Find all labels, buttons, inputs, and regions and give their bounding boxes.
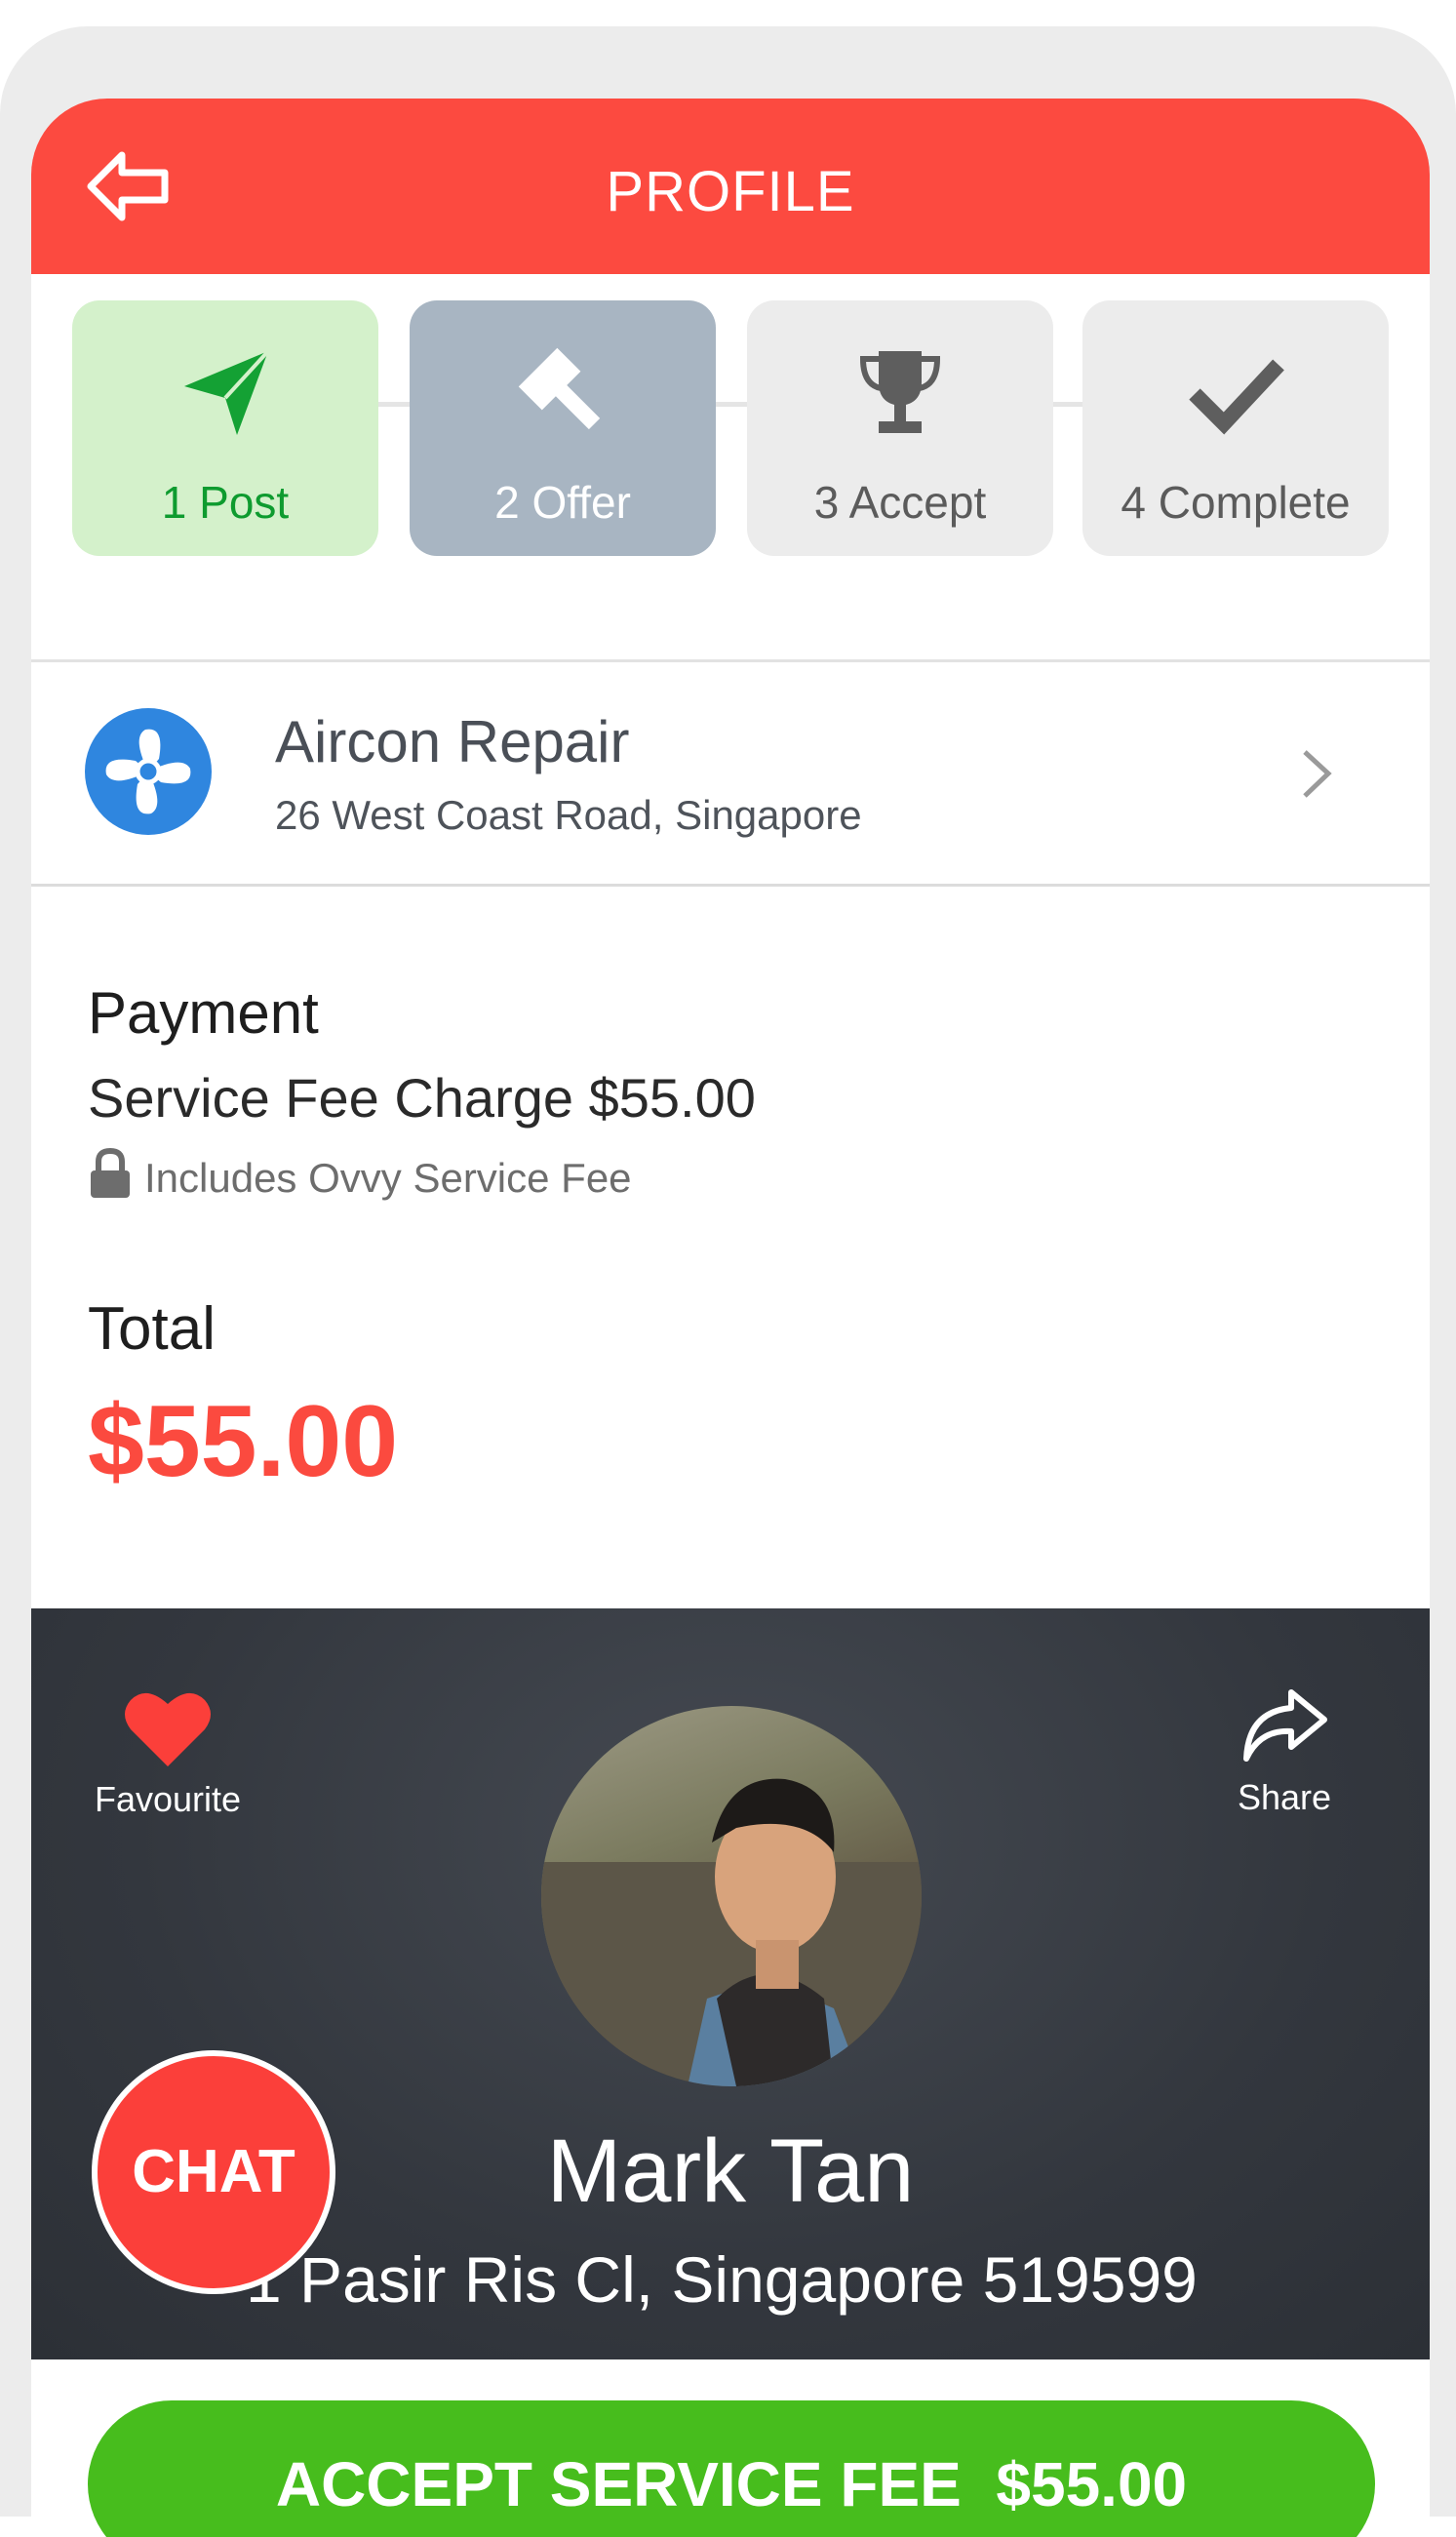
bottom-bar: ACCEPT SERVICE FEE $55.00 bbox=[31, 2359, 1430, 2537]
favourite-button[interactable]: Favourite bbox=[85, 1686, 251, 1820]
step-label: 1 Post bbox=[161, 477, 290, 528]
trophy-icon bbox=[859, 351, 941, 433]
chat-button[interactable]: CHAT bbox=[92, 2050, 335, 2294]
lock-icon bbox=[91, 1147, 130, 1198]
nav-bar: PROFILE bbox=[31, 99, 1430, 274]
avatar bbox=[541, 1706, 922, 2086]
accept-service-fee-button[interactable]: ACCEPT SERVICE FEE $55.00 bbox=[88, 2400, 1375, 2537]
page-title: PROFILE bbox=[606, 160, 855, 223]
step-complete[interactable]: 4 Complete bbox=[1082, 300, 1389, 556]
job-title: Aircon Repair bbox=[275, 709, 630, 774]
fan-icon bbox=[85, 708, 212, 835]
screen: PROFILE 1 Post 2 Offer 3 Accept 4 Comple… bbox=[31, 99, 1430, 2537]
job-address: 26 West Coast Road, Singapore bbox=[275, 792, 862, 838]
step-accept[interactable]: 3 Accept bbox=[747, 300, 1053, 556]
gavel-icon bbox=[518, 347, 601, 430]
step-label: 2 Offer bbox=[494, 477, 631, 528]
step-label: 4 Complete bbox=[1121, 477, 1351, 528]
favourite-label: Favourite bbox=[94, 1779, 242, 1819]
heart-icon bbox=[125, 1692, 211, 1766]
progress-steps: 1 Post 2 Offer 3 Accept 4 Complete bbox=[31, 274, 1430, 662]
service-fee-line: Service Fee Charge $55.00 bbox=[88, 1067, 756, 1129]
paper-plane-icon bbox=[184, 349, 270, 435]
step-label: 3 Accept bbox=[813, 477, 987, 528]
step-offer[interactable]: 2 Offer bbox=[410, 300, 716, 556]
payment-heading: Payment bbox=[88, 980, 319, 1046]
payment-section: Payment Service Fee Charge $55.00 Includ… bbox=[31, 887, 1430, 1608]
step-post[interactable]: 1 Post bbox=[72, 300, 378, 556]
chevron-right-icon bbox=[1303, 750, 1332, 798]
total-value: $55.00 bbox=[88, 1385, 399, 1498]
job-row[interactable]: Aircon Repair 26 West Coast Road, Singap… bbox=[31, 659, 1430, 887]
total-heading: Total bbox=[88, 1295, 216, 1363]
fee-note-text: Includes Ovvy Service Fee bbox=[144, 1155, 632, 1201]
share-arrow-icon bbox=[1243, 1689, 1327, 1762]
checkmark-icon bbox=[1189, 359, 1284, 435]
share-label: Share bbox=[1237, 1777, 1332, 1817]
phone-frame: PROFILE 1 Post 2 Offer 3 Accept 4 Comple… bbox=[0, 26, 1456, 2537]
share-button[interactable]: Share bbox=[1221, 1686, 1348, 1818]
provider-address: 1 Pasir Ris Cl, Singapore 519599 bbox=[246, 2243, 1198, 2316]
fee-note: Includes Ovvy Service Fee bbox=[88, 1147, 632, 1202]
